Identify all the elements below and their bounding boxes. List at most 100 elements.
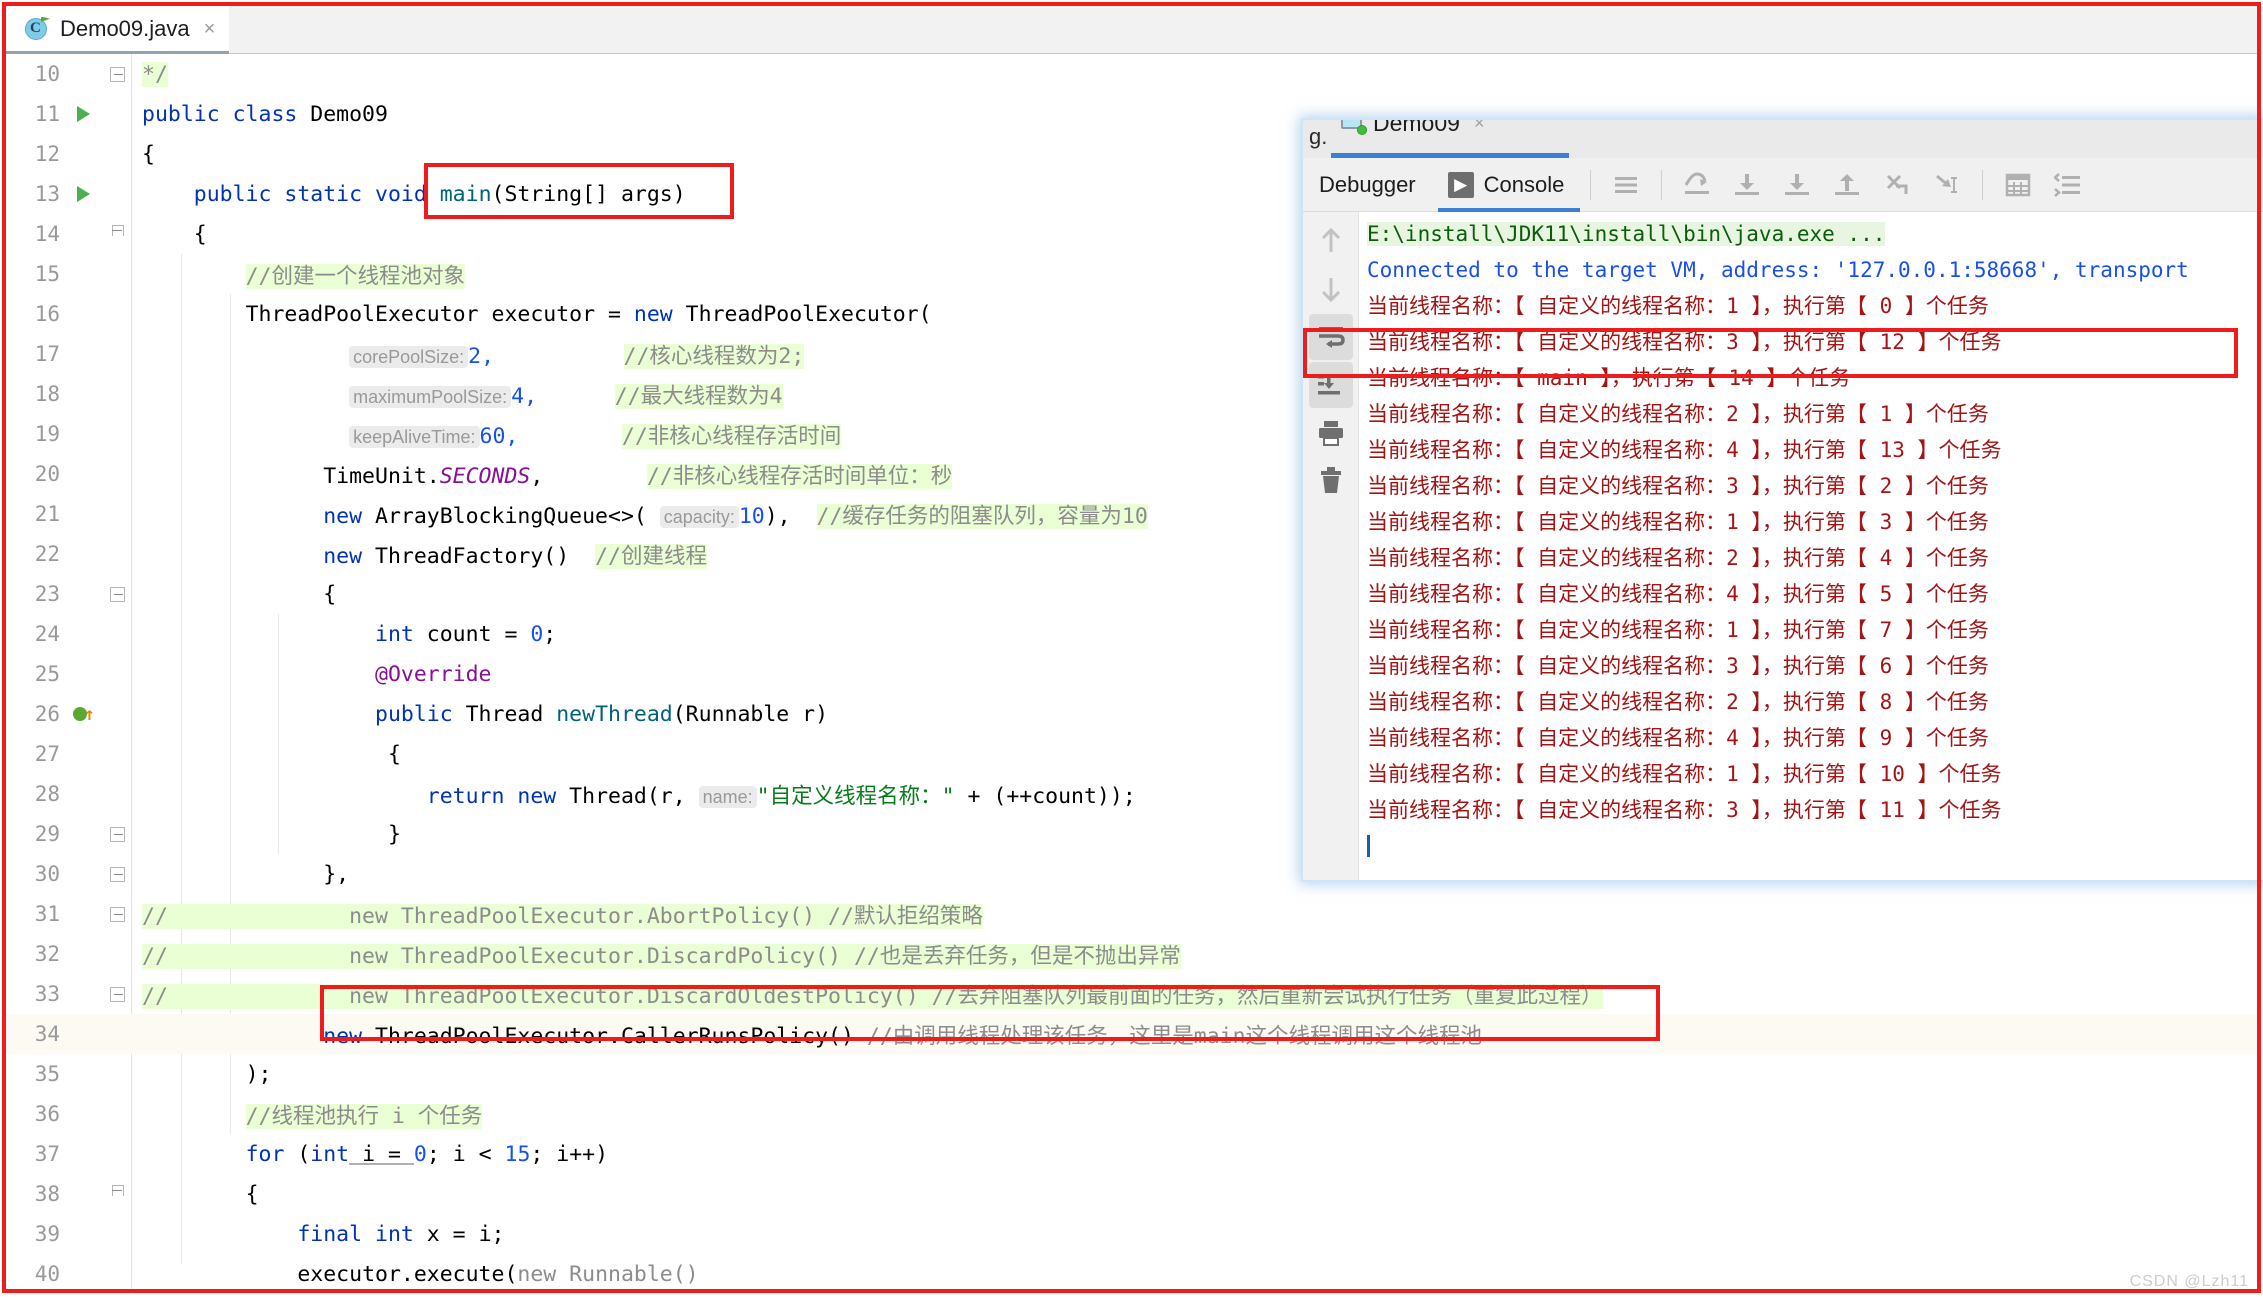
debug-toolbar[interactable]: Debugger ▶ Console bbox=[1303, 158, 2263, 212]
commented-code: new ThreadPoolExecutor.DiscardPolicy() bbox=[349, 943, 854, 969]
scroll-to-end-icon[interactable] bbox=[1308, 362, 1353, 408]
fold-minus-icon[interactable] bbox=[102, 66, 132, 82]
code-line[interactable]: 35 ); bbox=[6, 1054, 2257, 1094]
code-line[interactable]: 32 // new ThreadPoolExecutor.DiscardPoli… bbox=[6, 934, 2257, 974]
code-line[interactable]: 39 final int x = i; bbox=[6, 1214, 2257, 1254]
commented-code: new ThreadPoolExecutor.AbortPolicy() bbox=[349, 903, 829, 929]
console-line: 当前线程名称：【 自定义的线程名称：1 】，执行第【 0 】个任务 bbox=[1367, 294, 1989, 318]
comment: //也是丢弃任务，但是不抛出异常 bbox=[853, 943, 1181, 969]
param-value: 4, bbox=[511, 383, 538, 409]
fold-minus-icon[interactable] bbox=[102, 906, 132, 922]
editor-tab-label: Demo09.java bbox=[60, 15, 190, 41]
drop-frame-icon[interactable] bbox=[1875, 165, 1919, 205]
breakpoint-override-icon[interactable]: ↑ bbox=[64, 704, 102, 725]
tab-console[interactable]: ▶ Console bbox=[1432, 158, 1581, 212]
console-line-connected: Connected to the target VM, address: '12… bbox=[1367, 258, 2189, 282]
code-content: //创建一个线程池对象 bbox=[132, 259, 465, 290]
fold-minus-icon[interactable] bbox=[102, 986, 132, 1002]
console-line-main-highlighted: 当前线程名称：【 main 】，执行第【 14 】个任务 bbox=[1367, 366, 1851, 390]
code-content: //线程池执行 i 个任务 bbox=[132, 1099, 483, 1130]
line-number: 39 bbox=[34, 1222, 60, 1246]
code-content: return new Thread(r, name: "自定义线程名称：" + (… bbox=[426, 783, 1136, 809]
string-literal: "自定义线程名称：" bbox=[756, 783, 955, 809]
code-content: corePoolSize: 2, //核心线程数为2; bbox=[132, 339, 805, 370]
code-line[interactable]: 33 // new ThreadPoolExecutor.DiscardOlde… bbox=[6, 974, 2257, 1014]
comment: //丢弃阻塞队列最前面的任务，然后重新尝试执行任务（重复此过程） bbox=[931, 983, 1603, 1009]
run-configuration-tab[interactable]: Demo09 × bbox=[1331, 120, 1494, 140]
soft-wrap-icon[interactable] bbox=[1308, 314, 1353, 360]
menu-icon[interactable] bbox=[1604, 165, 1648, 205]
code-line[interactable]: 38 { bbox=[6, 1174, 2257, 1214]
evaluate-expression-icon[interactable] bbox=[1996, 165, 2040, 205]
editor-tab-bar: C Demo09.java × bbox=[6, 6, 2257, 54]
console-line: 当前线程名称：【 自定义的线程名称：3 】，执行第【 6 】个任务 bbox=[1367, 654, 1989, 678]
console-line: 当前线程名称：【 自定义的线程名称：3 】，执行第【 11 】个任务 bbox=[1367, 798, 2002, 822]
step-out-icon[interactable] bbox=[1825, 165, 1869, 205]
force-step-into-icon[interactable] bbox=[1775, 165, 1819, 205]
line-number: 38 bbox=[34, 1182, 60, 1206]
trash-icon[interactable] bbox=[1309, 458, 1353, 504]
code-content: TimeUnit.SECONDS, //非核心线程存活时间单位：秒 bbox=[323, 463, 953, 489]
console-body[interactable]: E:\install\JDK11\install\bin\java.exe ..… bbox=[1303, 212, 2263, 880]
fold-minus-icon[interactable] bbox=[102, 586, 132, 602]
code-line-current[interactable]: 34 new ThreadPoolExecutor.CallerRunsPoli… bbox=[6, 1014, 2257, 1054]
close-icon[interactable]: × bbox=[1474, 120, 1485, 134]
line-number: 37 bbox=[34, 1142, 60, 1166]
param-hint-capacity: capacity: bbox=[659, 505, 739, 528]
line-number: 23 bbox=[34, 582, 60, 606]
tab-console-label: Console bbox=[1483, 171, 1565, 197]
code-content: { bbox=[245, 1181, 259, 1207]
comment: //核心线程数为2; bbox=[623, 343, 805, 369]
step-over-icon[interactable] bbox=[1675, 165, 1719, 205]
code-content: { bbox=[142, 141, 155, 167]
console-line: 当前线程名称：【 自定义的线程名称：1 】，执行第【 3 】个任务 bbox=[1367, 510, 1989, 534]
close-icon[interactable]: × bbox=[204, 19, 216, 39]
fold-tri-icon[interactable] bbox=[102, 225, 132, 243]
print-icon[interactable] bbox=[1309, 410, 1353, 456]
divider bbox=[1590, 169, 1592, 200]
code-line[interactable]: 31 // new ThreadPoolExecutor.AbortPolicy… bbox=[6, 894, 2257, 934]
comment: //最大线程数为4 bbox=[614, 383, 783, 409]
console-line: 当前线程名称：【 自定义的线程名称：2 】，执行第【 8 】个任务 bbox=[1367, 690, 1989, 714]
settings-layout-icon[interactable] bbox=[2046, 165, 2090, 205]
debug-tool-window[interactable]: g. Demo09 × Debugger ▶ Console E:\instal… bbox=[1303, 120, 2263, 880]
line-number: 28 bbox=[34, 782, 60, 806]
step-into-icon[interactable] bbox=[1725, 165, 1769, 205]
run-marker-icon[interactable] bbox=[64, 106, 102, 122]
code-content: // new ThreadPoolExecutor.AbortPolicy() … bbox=[142, 903, 983, 929]
console-line: 当前线程名称：【 自定义的线程名称：1 】，执行第【 7 】个任务 bbox=[1367, 618, 1989, 642]
fold-minus-icon[interactable] bbox=[102, 866, 132, 882]
arrow-up-icon[interactable] bbox=[1309, 218, 1353, 264]
code-content: ); bbox=[245, 1061, 272, 1087]
code-content: // new ThreadPoolExecutor.DiscardPolicy(… bbox=[142, 943, 1181, 969]
code-line[interactable]: 36 //线程池执行 i 个任务 bbox=[6, 1094, 2257, 1134]
comment-end: */ bbox=[142, 61, 168, 87]
console-output[interactable]: E:\install\JDK11\install\bin\java.exe ..… bbox=[1359, 212, 2263, 880]
run-marker-icon[interactable] bbox=[64, 186, 102, 202]
code-line[interactable]: 37 for (int i = 0; i < 15; i++) bbox=[6, 1134, 2257, 1174]
line-number: 27 bbox=[34, 742, 60, 766]
code-content: }, bbox=[323, 861, 350, 887]
line-number: 24 bbox=[34, 622, 60, 646]
code-content: keepAliveTime: 60, //非核心线程存活时间 bbox=[132, 419, 842, 450]
line-number: 18 bbox=[34, 382, 60, 406]
comment: //创建一个线程池对象 bbox=[245, 263, 465, 289]
console-line: 当前线程名称：【 自定义的线程名称：3 】，执行第【 2 】个任务 bbox=[1367, 474, 1989, 498]
code-line[interactable]: 40 executor.execute(new Runnable() bbox=[6, 1254, 2257, 1291]
line-number: 12 bbox=[34, 142, 60, 166]
console-line: 当前线程名称：【 自定义的线程名称：1 】，执行第【 10 】个任务 bbox=[1367, 762, 2002, 786]
run-to-cursor-icon[interactable] bbox=[1925, 165, 1969, 205]
class-name: Demo09 bbox=[310, 101, 388, 127]
fold-tri-icon[interactable] bbox=[102, 1185, 132, 1203]
param-hint-keepalivetime: keepAliveTime: bbox=[349, 425, 480, 448]
tab-debugger[interactable]: Debugger bbox=[1303, 158, 1432, 212]
fold-minus-icon[interactable] bbox=[102, 826, 132, 842]
arrow-down-icon[interactable] bbox=[1309, 266, 1353, 312]
comment: //线程池执行 i 个任务 bbox=[245, 1103, 483, 1129]
code-line[interactable]: 10 */ bbox=[6, 54, 2257, 94]
console-side-toolbar[interactable] bbox=[1303, 212, 1359, 880]
console-line: 当前线程名称：【 自定义的线程名称：4 】，执行第【 13 】个任务 bbox=[1367, 438, 2002, 462]
console-line: 当前线程名称：【 自定义的线程名称：4 】，执行第【 9 】个任务 bbox=[1367, 726, 1989, 750]
param-hint-maximumpoolsize: maximumPoolSize: bbox=[349, 385, 512, 408]
editor-tab-demo09[interactable]: C Demo09.java × bbox=[6, 6, 230, 54]
